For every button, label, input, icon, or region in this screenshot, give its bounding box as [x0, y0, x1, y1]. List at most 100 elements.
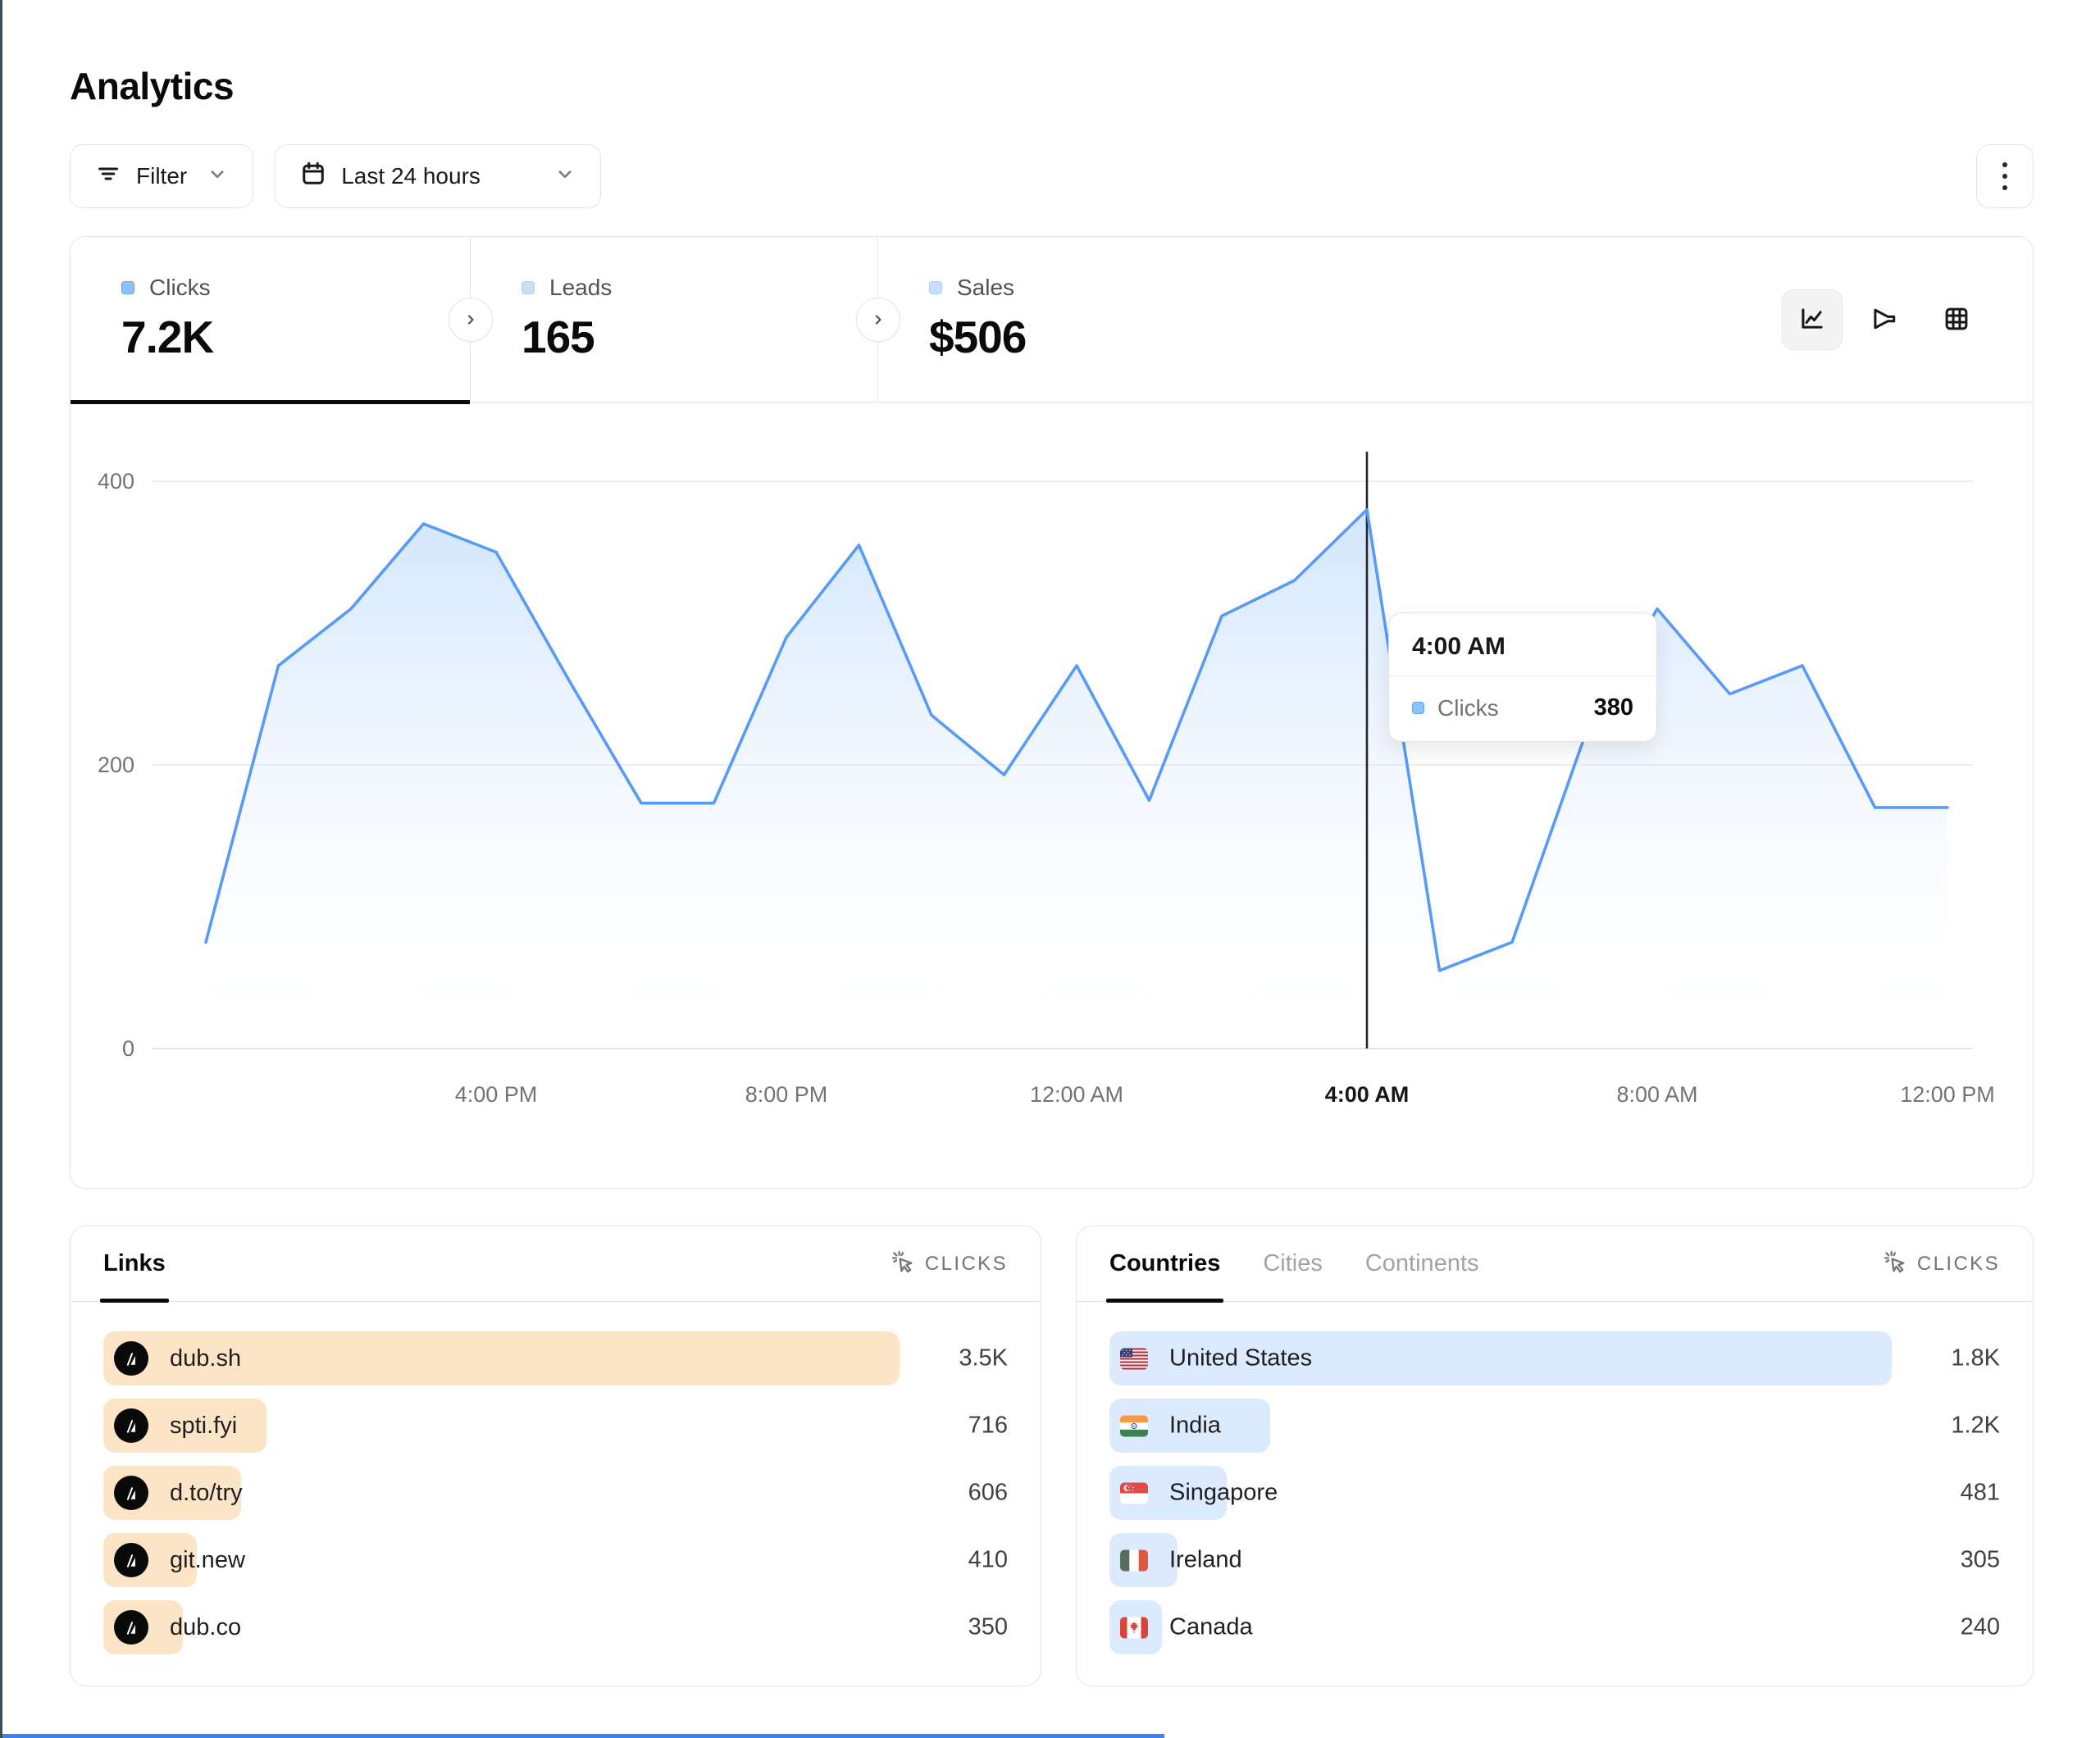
calendar-icon	[298, 159, 328, 194]
tab-links[interactable]: Links	[103, 1226, 166, 1301]
item-label: Ireland	[1169, 1547, 1242, 1574]
countries-panel-header: Countries Cities Continents CLICKS	[1077, 1226, 2033, 1302]
list-item[interactable]: India 1.2K	[1109, 1399, 2000, 1453]
date-range-button[interactable]: Last 24 hours	[275, 144, 601, 208]
metric-tab-clicks[interactable]: Clicks 7.2K	[71, 237, 471, 402]
analytics-page: Analytics Filter Last 24 hours	[70, 0, 2034, 1686]
list-item[interactable]: d.to/try 606	[103, 1466, 1008, 1520]
item-label: United States	[1169, 1345, 1312, 1372]
svg-text:12:00 PM: 12:00 PM	[1900, 1082, 1995, 1107]
singapore-flag-icon	[1120, 1482, 1148, 1504]
tooltip-time: 4:00 AM	[1389, 613, 1656, 676]
svg-text:400: 400	[98, 469, 134, 494]
item-value: 350	[968, 1614, 1008, 1641]
metric-tab-leads[interactable]: Leads 165	[471, 237, 878, 402]
chevron-down-icon	[553, 162, 577, 192]
item-value: 240	[1961, 1614, 2000, 1641]
links-metric-header[interactable]: CLICKS	[890, 1249, 1008, 1280]
svg-text:8:00 AM: 8:00 AM	[1616, 1082, 1697, 1107]
series-marker	[522, 281, 535, 294]
list-item[interactable]: Ireland 305	[1109, 1533, 2000, 1587]
list-item[interactable]: spti.fyi 716	[103, 1399, 1008, 1453]
chevron-down-icon	[205, 162, 230, 192]
list-item[interactable]: United States 1.8K	[1109, 1331, 2000, 1385]
filter-button-label: Filter	[136, 163, 187, 189]
clicks-time-series-chart[interactable]: 0 200 400 4:00 PM 8:00 PM 12:00 AM 4:00 AM 8:00…	[71, 403, 2033, 1188]
item-label: dub.co	[170, 1614, 241, 1641]
table-grid-button[interactable]	[1926, 289, 1987, 350]
dub-logo-icon	[114, 1408, 148, 1443]
series-marker	[121, 281, 134, 294]
countries-metric-header[interactable]: CLICKS	[1882, 1249, 2000, 1280]
tooltip-series-label: Clicks	[1437, 695, 1581, 721]
chart-tooltip: 4:00 AM Clicks 380	[1388, 612, 1657, 742]
list-item[interactable]: Singapore 481	[1109, 1466, 2000, 1520]
links-panel-header: Links CLICKS	[71, 1226, 1041, 1302]
item-label: git.new	[170, 1547, 245, 1574]
countries-rows: United States 1.8K India 1.2K Singapore …	[1077, 1302, 2033, 1654]
item-value: 606	[968, 1480, 1008, 1507]
breakdown-panels: Links CLICKS dub.sh 3.5K spti.fyi 716	[70, 1226, 2034, 1686]
table-grid-icon	[1941, 303, 1972, 337]
countries-panel: Countries Cities Continents CLICKS United …	[1076, 1226, 2034, 1686]
cursor-click-icon	[1882, 1249, 1907, 1280]
funnel-chart-button[interactable]	[1854, 289, 1915, 350]
more-options-button[interactable]	[1976, 144, 2034, 208]
countries-metric-header-label: CLICKS	[1917, 1253, 2000, 1276]
tab-continents[interactable]: Continents	[1365, 1226, 1479, 1301]
svg-text:4:00 PM: 4:00 PM	[455, 1082, 538, 1107]
canada-flag-icon	[1120, 1617, 1148, 1638]
metric-label: Clicks	[149, 275, 211, 301]
line-chart-icon	[1797, 303, 1828, 337]
item-label: dub.sh	[170, 1345, 241, 1372]
links-metric-header-label: CLICKS	[925, 1253, 1008, 1276]
clicks-series-marker	[1412, 702, 1424, 714]
expand-metric-button[interactable]	[449, 298, 493, 342]
metric-value: 165	[522, 311, 877, 363]
item-value: 1.8K	[1951, 1345, 2000, 1372]
ireland-flag-icon	[1120, 1549, 1148, 1571]
page-title: Analytics	[70, 64, 2034, 108]
item-value: 3.5K	[959, 1345, 1008, 1372]
date-range-label: Last 24 hours	[341, 163, 481, 189]
item-label: Canada	[1169, 1614, 1253, 1641]
chart-canvas: 0 200 400 4:00 PM 8:00 PM 12:00 AM 4:00 AM 8:00…	[71, 403, 2030, 1188]
toolbar: Filter Last 24 hours	[70, 144, 2034, 208]
svg-text:8:00 PM: 8:00 PM	[745, 1082, 828, 1107]
dub-logo-icon	[114, 1341, 148, 1376]
list-item[interactable]: dub.co 350	[103, 1600, 1008, 1654]
filter-button[interactable]: Filter	[70, 144, 253, 208]
tooltip-value: 380	[1594, 694, 1633, 721]
item-label: Singapore	[1169, 1480, 1278, 1507]
item-label: spti.fyi	[170, 1413, 237, 1440]
line-chart-button[interactable]	[1782, 289, 1843, 350]
item-value: 1.2K	[1951, 1413, 2000, 1440]
tab-cities[interactable]: Cities	[1263, 1226, 1323, 1301]
item-label: d.to/try	[170, 1480, 243, 1507]
india-flag-icon	[1120, 1415, 1148, 1436]
svg-text:0: 0	[122, 1036, 134, 1061]
item-value: 305	[1961, 1547, 2000, 1574]
list-item[interactable]: dub.sh 3.5K	[103, 1331, 1008, 1385]
dub-logo-icon	[114, 1543, 148, 1577]
series-marker	[929, 281, 942, 294]
svg-text:12:00 AM: 12:00 AM	[1030, 1082, 1123, 1107]
links-rows: dub.sh 3.5K spti.fyi 716 d.to/try 606 gi…	[71, 1302, 1041, 1654]
list-item[interactable]: git.new 410	[103, 1533, 1008, 1587]
metric-label: Sales	[957, 275, 1014, 301]
chevron-right-icon	[868, 310, 888, 330]
svg-text:200: 200	[98, 753, 134, 777]
metric-value: 7.2K	[121, 311, 470, 363]
item-value: 410	[968, 1547, 1008, 1574]
analytics-chart-card: Clicks 7.2K Leads 165 Sales $506 0200400…	[70, 236, 2034, 1189]
kebab-menu-icon	[2002, 162, 2007, 167]
tab-countries[interactable]: Countries	[1109, 1226, 1220, 1301]
expand-metric-button[interactable]	[856, 298, 900, 342]
list-item[interactable]: Canada 240	[1109, 1600, 2000, 1654]
filter-lines-icon	[93, 159, 123, 194]
chart-type-toggle	[1782, 289, 1987, 350]
chevron-right-icon	[461, 310, 481, 330]
dub-logo-icon	[114, 1610, 148, 1645]
dub-logo-icon	[114, 1476, 148, 1510]
bottom-accent-strip	[0, 1734, 1164, 1738]
